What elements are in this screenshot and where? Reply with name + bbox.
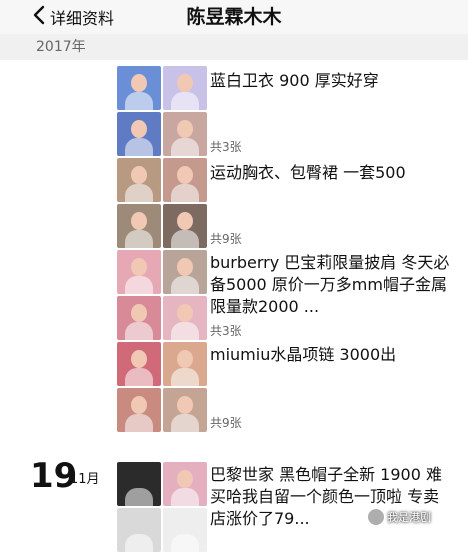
photo-thumbnail[interactable] xyxy=(163,508,207,552)
photo-count: 共3张 xyxy=(210,140,242,154)
back-button[interactable]: 详细资料 xyxy=(32,0,114,34)
photo-thumbnail[interactable] xyxy=(163,250,207,294)
photo-thumbnail[interactable] xyxy=(163,204,207,248)
photo-thumbnail[interactable] xyxy=(117,204,161,248)
photo-thumbnail[interactable] xyxy=(163,296,207,340)
photo-thumbnail[interactable] xyxy=(163,388,207,432)
post-caption: 蓝白卫衣 900 厚实好穿 xyxy=(210,71,379,90)
photo-thumbnail[interactable] xyxy=(117,66,161,110)
photo-thumbnail[interactable] xyxy=(117,158,161,202)
photo-thumbnail[interactable] xyxy=(117,508,161,552)
chevron-left-icon xyxy=(32,5,46,29)
photo-grid[interactable] xyxy=(117,342,207,432)
photo-thumbnail[interactable] xyxy=(117,388,161,432)
photo-grid[interactable] xyxy=(117,66,207,156)
photo-thumbnail[interactable] xyxy=(163,342,207,386)
photo-grid[interactable] xyxy=(117,462,207,552)
date-month: 11月 xyxy=(70,472,100,487)
photo-thumbnail[interactable] xyxy=(163,66,207,110)
photo-thumbnail[interactable] xyxy=(117,296,161,340)
photo-grid[interactable] xyxy=(117,250,207,340)
post-caption: miumiu水晶项链 3000出 xyxy=(210,345,397,364)
back-label: 详细资料 xyxy=(50,9,115,28)
photo-count: 共3张 xyxy=(210,324,242,338)
photo-thumbnail[interactable] xyxy=(117,112,161,156)
post-caption: 运动胸衣、包臀裙 一套500 xyxy=(210,163,406,182)
watermark: 我是港剧 xyxy=(368,508,431,526)
photo-count: 共9张 xyxy=(210,232,242,246)
year-label: 2017年 xyxy=(36,39,86,55)
photo-thumbnail[interactable] xyxy=(117,462,161,506)
photo-thumbnail[interactable] xyxy=(117,250,161,294)
post-caption: burberry 巴宝莉限量披肩 冬天必备5000 原价一万多mm帽子金属限量款… xyxy=(210,253,450,316)
watermark-text: 我是港剧 xyxy=(387,511,431,524)
photo-grid[interactable] xyxy=(117,158,207,248)
photo-thumbnail[interactable] xyxy=(163,158,207,202)
year-header: 2017年 xyxy=(0,34,468,60)
photo-thumbnail[interactable] xyxy=(117,342,161,386)
navigation-bar: 详细资料 陈昱霖木木 xyxy=(0,0,468,34)
photo-count: 共9张 xyxy=(210,416,242,430)
photo-thumbnail[interactable] xyxy=(163,462,207,506)
watermark-logo-icon xyxy=(368,509,384,525)
photo-thumbnail[interactable] xyxy=(163,112,207,156)
